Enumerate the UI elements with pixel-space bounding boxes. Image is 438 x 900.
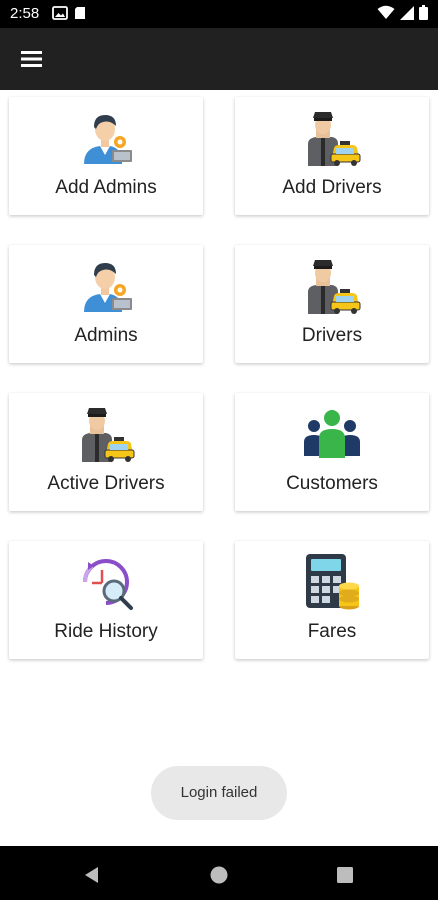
card-label: Drivers xyxy=(301,325,363,346)
customers-group-icon xyxy=(304,410,360,458)
system-icons xyxy=(377,5,428,20)
card-label: Ride History xyxy=(54,621,158,642)
nav-back-button[interactable] xyxy=(80,863,104,887)
status-time: 2:58 xyxy=(10,5,40,22)
admin-person-icon xyxy=(84,115,132,164)
card-label: Add Admins xyxy=(55,177,157,198)
card-label: Active Drivers xyxy=(47,473,165,494)
wifi-icon xyxy=(377,5,395,19)
nav-home-button[interactable] xyxy=(207,863,231,887)
home-circle-icon xyxy=(210,866,228,884)
admins-card[interactable]: Admins xyxy=(9,245,203,363)
nav-recents-button[interactable] xyxy=(333,863,357,887)
driver-taxi-icon xyxy=(308,112,361,166)
sd-card-icon xyxy=(75,7,85,19)
card-label: Admins xyxy=(74,325,138,346)
driver-taxi-icon xyxy=(308,260,361,314)
app-bar xyxy=(0,28,438,90)
dashboard-grid: Add Admins Add Drivers Admins Drivers Ac… xyxy=(0,90,438,846)
customers-card[interactable]: Customers xyxy=(235,393,429,511)
battery-icon xyxy=(419,5,428,20)
fares-card[interactable]: Fares xyxy=(235,541,429,659)
card-label: Fares xyxy=(307,621,357,642)
active-drivers-card[interactable]: Active Drivers xyxy=(9,393,203,511)
fares-calculator-icon xyxy=(306,554,359,610)
hamburger-menu-icon xyxy=(21,51,42,67)
hamburger-menu-button[interactable] xyxy=(16,45,48,73)
card-label: Add Drivers xyxy=(282,177,382,198)
status-bar: 2:58 xyxy=(0,0,438,28)
gallery-notification-icon xyxy=(52,6,68,20)
signal-icon xyxy=(400,5,414,20)
drivers-card[interactable]: Drivers xyxy=(235,245,429,363)
system-navigation-bar xyxy=(0,846,438,900)
back-triangle-icon xyxy=(85,867,98,883)
recents-square-icon xyxy=(337,867,353,883)
add-admins-card[interactable]: Add Admins xyxy=(9,97,203,215)
ride-history-card[interactable]: Ride History xyxy=(9,541,203,659)
ride-history-icon xyxy=(82,559,133,610)
admin-person-icon xyxy=(84,263,132,312)
add-drivers-card[interactable]: Add Drivers xyxy=(235,97,429,215)
toast-message: Login failed xyxy=(151,766,287,820)
card-label: Customers xyxy=(286,473,378,494)
driver-taxi-icon xyxy=(82,408,135,462)
notification-icons xyxy=(52,6,86,20)
